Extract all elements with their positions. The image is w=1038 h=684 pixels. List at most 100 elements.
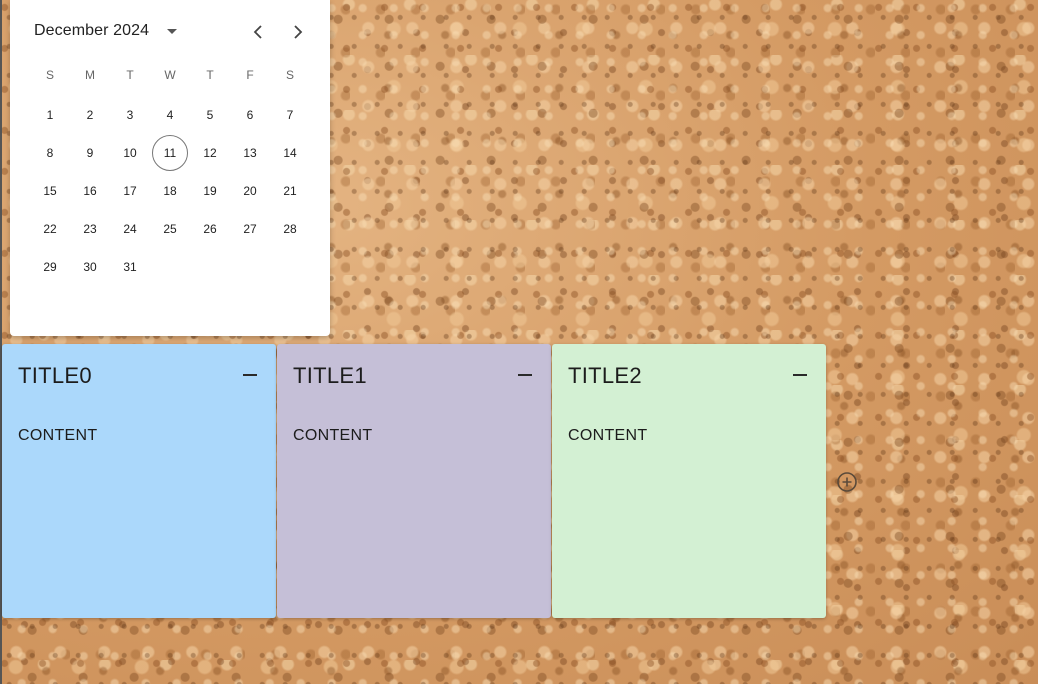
note-content[interactable]: CONTENT xyxy=(293,427,372,445)
calendar-day[interactable]: 14 xyxy=(272,135,308,171)
note-title[interactable]: TITLE1 xyxy=(293,363,367,389)
calendar-cell: 2 xyxy=(70,97,110,133)
calendar-day[interactable]: 16 xyxy=(72,173,108,209)
calendar-week-row: 22 23 24 25 26 27 28 xyxy=(30,210,310,248)
calendar-cell: 29 xyxy=(30,249,70,285)
calendar-cell: 31 xyxy=(110,249,150,285)
calendar-day[interactable]: 7 xyxy=(272,97,308,133)
calendar-day[interactable]: 4 xyxy=(152,97,188,133)
calendar-week-row: 1234567 xyxy=(30,96,310,134)
calendar-day[interactable]: 8 xyxy=(32,135,68,171)
calendar-day[interactable]: 21 xyxy=(272,173,308,209)
calendar-day[interactable]: 20 xyxy=(232,173,268,209)
minimize-icon[interactable] xyxy=(238,366,262,384)
calendar-weeks: 1 2 3 4 5 6 7 8 9 10 11 12 13 14 15 16 17 18 19 20 21 22 23 24 2… xyxy=(30,96,310,286)
calendar-day[interactable]: 23 xyxy=(72,211,108,247)
calendar-cell: 5 xyxy=(190,97,230,133)
calendar-cell: 17 xyxy=(110,173,150,209)
calendar-cell: 26 xyxy=(190,211,230,247)
minimize-icon[interactable] xyxy=(788,366,812,384)
calendar-cell: 30 xyxy=(70,249,110,285)
calendar-cell: 4 xyxy=(150,97,190,133)
calendar-cell xyxy=(270,249,310,285)
calendar-day[interactable]: 18 xyxy=(152,173,188,209)
weekday-label: W xyxy=(164,68,176,82)
calendar-cell: 25 xyxy=(150,211,190,247)
calendar-day[interactable]: 10 xyxy=(112,135,148,171)
calendar-cell: 18 xyxy=(150,173,190,209)
calendar-cell: 6 xyxy=(230,97,270,133)
arrow-drop-down-icon[interactable] xyxy=(160,22,184,42)
calendar-day[interactable]: 5 xyxy=(192,97,228,133)
calendar-day[interactable]: 9 xyxy=(72,135,108,171)
note-title[interactable]: TITLE2 xyxy=(568,363,642,389)
calendar-day[interactable]: 6 xyxy=(232,97,268,133)
calendar-week-row: 29 30 31 xyxy=(30,248,310,286)
weekday-label: S xyxy=(285,68,294,82)
calendar-day[interactable]: 19 xyxy=(192,173,228,209)
chevron-left-icon[interactable] xyxy=(244,18,272,46)
calendar-cell: 22 xyxy=(30,211,70,247)
weekday-label: S xyxy=(45,68,54,82)
sticky-note[interactable]: TITLE2 CONTENT xyxy=(552,344,826,618)
sticky-note[interactable]: TITLE0 CONTENT xyxy=(2,344,276,618)
calendar-day[interactable]: 24 xyxy=(112,211,148,247)
calendar-cell xyxy=(230,249,270,285)
calendar-day[interactable]: 26 xyxy=(192,211,228,247)
calendar-day-today[interactable]: 11 xyxy=(152,135,188,171)
note-content[interactable]: CONTENT xyxy=(18,427,97,445)
weekday-label: M xyxy=(85,68,95,82)
calendar-cell: 1 xyxy=(30,97,70,133)
calendar-cell xyxy=(190,249,230,285)
calendar-cell: 11 xyxy=(150,135,190,171)
calendar-day[interactable]: 1 xyxy=(32,97,68,133)
date-calendar: December 2024 S M T W T F S 1 2 3 4 5 6 7 8 9 10 1… xyxy=(10,0,330,336)
calendar-cell: 21 xyxy=(270,173,310,209)
calendar-cell xyxy=(150,249,190,285)
calendar-cell: 28 xyxy=(270,211,310,247)
calendar-day[interactable]: 3 xyxy=(112,97,148,133)
calendar-day[interactable]: 13 xyxy=(232,135,268,171)
weekday-label: T xyxy=(126,68,134,82)
calendar-cell: 7 xyxy=(270,97,310,133)
sticky-note[interactable]: TITLE1 CONTENT xyxy=(277,344,551,618)
note-content[interactable]: CONTENT xyxy=(568,427,647,445)
calendar-day[interactable]: 27 xyxy=(232,211,268,247)
calendar-cell: 15 xyxy=(30,173,70,209)
calendar-header: December 2024 xyxy=(10,0,330,64)
calendar-week-row: 15 16 17 18 19 20 21 xyxy=(30,172,310,210)
calendar-day[interactable]: 2 xyxy=(72,97,108,133)
minimize-icon[interactable] xyxy=(513,366,537,384)
calendar-day[interactable]: 15 xyxy=(32,173,68,209)
calendar-cell: 19 xyxy=(190,173,230,209)
calendar-cell: 14 xyxy=(270,135,310,171)
corkboard: { "calendar": { "month_label": "December… xyxy=(0,0,1038,684)
calendar-cell: 16 xyxy=(70,173,110,209)
weekday-header-row: S M T W T F S xyxy=(30,58,310,92)
add-circle-icon[interactable] xyxy=(835,470,859,494)
calendar-day[interactable]: 31 xyxy=(112,249,148,285)
calendar-cell: 27 xyxy=(230,211,270,247)
calendar-cell: 10 xyxy=(110,135,150,171)
calendar-cell: 20 xyxy=(230,173,270,209)
calendar-day[interactable]: 25 xyxy=(152,211,188,247)
calendar-cell: 9 xyxy=(70,135,110,171)
calendar-cell: 12 xyxy=(190,135,230,171)
calendar-day[interactable]: 30 xyxy=(72,249,108,285)
note-title[interactable]: TITLE0 xyxy=(18,363,92,389)
calendar-day[interactable]: 22 xyxy=(32,211,68,247)
calendar-cell: 13 xyxy=(230,135,270,171)
weekday-label: T xyxy=(206,68,214,82)
calendar-grid: S M T W T F S 1 2 3 4 5 6 7 8 9 10 11 12 13 14 15 16 17 1… xyxy=(30,58,310,286)
calendar-month-label[interactable]: December 2024 xyxy=(34,22,149,40)
calendar-week-row: 8 9 10 11 12 13 14 xyxy=(30,134,310,172)
calendar-cell: 3 xyxy=(110,97,150,133)
calendar-day[interactable]: 28 xyxy=(272,211,308,247)
calendar-cell: 8 xyxy=(30,135,70,171)
chevron-right-icon[interactable] xyxy=(284,18,312,46)
calendar-day[interactable]: 29 xyxy=(32,249,68,285)
calendar-day[interactable]: 12 xyxy=(192,135,228,171)
weekday-label: F xyxy=(246,68,254,82)
calendar-cell: 24 xyxy=(110,211,150,247)
calendar-day[interactable]: 17 xyxy=(112,173,148,209)
